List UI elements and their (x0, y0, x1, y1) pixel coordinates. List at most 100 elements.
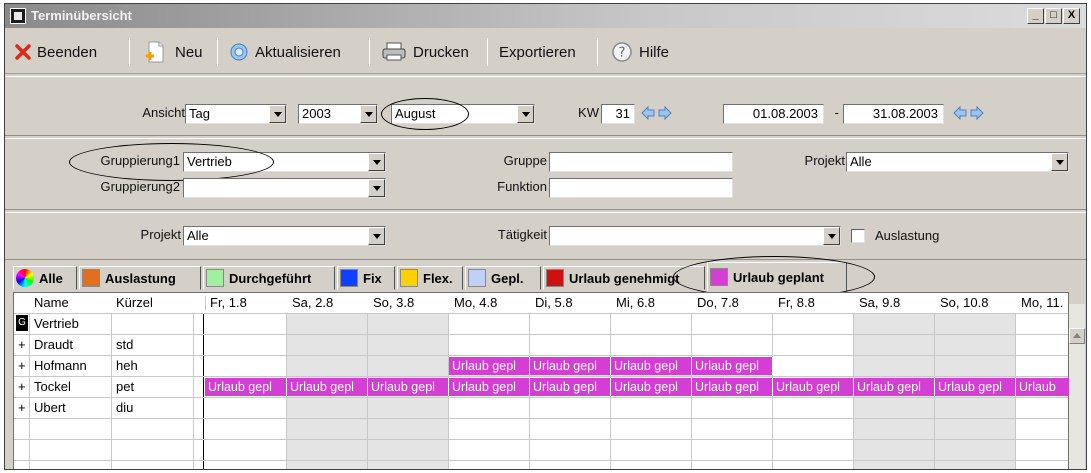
taetigkeit-select[interactable] (549, 226, 841, 246)
urlaub-geplant-event[interactable]: Urlaub (1016, 378, 1070, 396)
kw-field[interactable]: 31 (601, 104, 635, 124)
urlaub-geplant-event[interactable]: Urlaub gepl (530, 378, 611, 396)
date-next-arrow-icon[interactable] (970, 106, 984, 120)
grouping-filter-panel: Gruppierung1 Vertrieb Gruppierung2 Grupp… (5, 138, 1086, 210)
ansicht-dropdown-button[interactable] (269, 105, 286, 123)
exportieren-button[interactable]: Exportieren (499, 40, 576, 64)
kw-label: KW (578, 105, 599, 120)
beenden-label: Beenden (37, 43, 98, 61)
tab-gepl-label: Gepl. (491, 270, 524, 286)
month-select[interactable]: August (391, 104, 535, 124)
projekt-dropdown-button[interactable] (1051, 153, 1068, 171)
urlaub-geplant-event[interactable]: Urlaub gepl (368, 378, 449, 396)
taetigkeit-dropdown-button[interactable] (823, 227, 840, 245)
gruppierung2-label: Gruppierung2 (100, 179, 181, 194)
row-line (14, 418, 1068, 419)
gruppierung2-dropdown-button[interactable] (368, 179, 385, 197)
tab-urlaub-genehmigt-label: Urlaub genehmigt (569, 270, 680, 286)
row-expander[interactable]: + (18, 379, 26, 394)
beenden-button[interactable]: Beenden (15, 40, 97, 64)
gruppierung1-value: Vertrieb (187, 154, 232, 169)
urlaub-geplant-event[interactable]: Urlaub gepl (611, 378, 692, 396)
row-line (14, 460, 1068, 461)
light-green-color-icon (206, 269, 224, 287)
auslastung-checkbox[interactable] (851, 229, 865, 243)
month-value: August (395, 106, 436, 121)
ansicht-label: Ansicht (142, 105, 185, 120)
gruppierung1-dropdown-button[interactable] (368, 153, 385, 171)
urlaub-geplant-event[interactable]: Urlaub gepl (449, 357, 530, 375)
year-value: 2003 (302, 106, 331, 121)
urlaub-geplant-event[interactable]: Urlaub gepl (287, 378, 368, 396)
urlaub-geplant-event[interactable]: Urlaub gepl (773, 378, 854, 396)
column-header-name[interactable]: Name (34, 295, 69, 310)
orange-color-icon (82, 269, 100, 287)
schedule-grid[interactable]: Name Kürzel Fr, 1.8 Sa, 2.8 So, 3.8 Mo, … (13, 292, 1070, 469)
gruppierung2-select[interactable] (183, 178, 386, 198)
scroll-up-arrow-icon[interactable] (1069, 328, 1085, 344)
date-from-field[interactable]: 01.08.2003 (723, 104, 824, 124)
urlaub-geplant-event[interactable]: Urlaub gepl (530, 357, 611, 375)
toolbar: Beenden Neu Aktualisieren Drucken Export… (5, 30, 1086, 74)
gruppierung1-select[interactable]: Vertrieb (183, 152, 386, 172)
urlaub-geplant-event[interactable]: Urlaub gepl (854, 378, 935, 396)
row-name[interactable]: Hofmann (34, 358, 87, 373)
hilfe-label: Hilfe (639, 43, 670, 61)
urlaub-geplant-event[interactable]: Urlaub gepl (611, 357, 692, 375)
date-to-field[interactable]: 31.08.2003 (843, 104, 944, 124)
year-select[interactable]: 2003 (298, 104, 378, 124)
kw-previous-arrow-icon[interactable] (641, 106, 655, 120)
urlaub-geplant-event[interactable]: Urlaub gepl (205, 378, 287, 396)
row-name[interactable]: Draudt (34, 337, 73, 352)
row-kuerzel: pet (116, 379, 135, 394)
tab-auslastung[interactable]: Auslastung (79, 266, 201, 290)
tab-durchgefuehrt[interactable]: Durchgeführt (203, 266, 335, 290)
tab-urlaub-geplant[interactable]: Urlaub geplant (707, 262, 847, 292)
row-line (14, 439, 1068, 440)
projekt-label: Projekt (804, 153, 845, 168)
tab-gepl[interactable]: Gepl. (465, 266, 541, 290)
row-expander[interactable]: + (18, 358, 26, 373)
minimize-button[interactable]: _ (1027, 8, 1044, 24)
funktion-field[interactable] (549, 178, 733, 198)
row-expander[interactable]: + (18, 400, 26, 415)
magenta-color-icon (710, 268, 728, 286)
light-blue-color-icon (468, 269, 486, 287)
urlaub-geplant-event[interactable]: Urlaub gepl (692, 357, 773, 375)
vertical-scrollbar[interactable] (1069, 304, 1085, 469)
tab-durchgefuehrt-label: Durchgeführt (229, 270, 312, 286)
date-previous-arrow-icon[interactable] (953, 106, 967, 120)
row-name[interactable]: Tockel (34, 379, 71, 394)
row-line (14, 313, 1068, 314)
row-expander[interactable]: + (18, 337, 26, 352)
neu-button[interactable]: Neu (141, 40, 203, 64)
tab-flex[interactable]: Flex. (397, 266, 463, 290)
urlaub-geplant-event[interactable]: Urlaub gepl (935, 378, 1016, 396)
projekt-select[interactable]: Alle (846, 152, 1069, 172)
urlaub-geplant-event[interactable]: Urlaub gepl (692, 378, 773, 396)
ansicht-select[interactable]: Tag (185, 104, 287, 124)
row-name[interactable]: Vertrieb (34, 316, 79, 331)
row-name[interactable]: Ubert (34, 400, 66, 415)
tab-urlaub-genehmigt[interactable]: Urlaub genehmigt (543, 266, 705, 290)
projekt-select-2[interactable]: Alle (183, 226, 386, 246)
column-header-kuerzel[interactable]: Kürzel (116, 295, 153, 310)
group-expander[interactable]: G (16, 315, 28, 331)
date-separator: - (834, 105, 839, 120)
month-dropdown-button[interactable] (517, 105, 534, 123)
projekt-dropdown-button-2[interactable] (368, 227, 385, 245)
urlaub-geplant-event[interactable]: Urlaub gepl (449, 378, 530, 396)
drucken-button[interactable]: Drucken (381, 40, 469, 64)
gruppe-field[interactable] (549, 152, 733, 172)
hilfe-button[interactable]: ? Hilfe (611, 40, 669, 64)
title-bar[interactable]: Terminübersicht _ □ X (5, 4, 1086, 28)
kw-next-arrow-icon[interactable] (658, 106, 672, 120)
year-dropdown-button[interactable] (360, 105, 377, 123)
tab-alle[interactable]: Alle (13, 266, 77, 290)
maximize-button[interactable]: □ (1045, 8, 1062, 24)
close-button[interactable]: X (1063, 8, 1080, 24)
toolbar-separator (487, 38, 488, 66)
aktualisieren-button[interactable]: Aktualisieren (229, 40, 341, 64)
exit-x-icon (15, 44, 31, 60)
tab-fix[interactable]: Fix (337, 266, 395, 290)
